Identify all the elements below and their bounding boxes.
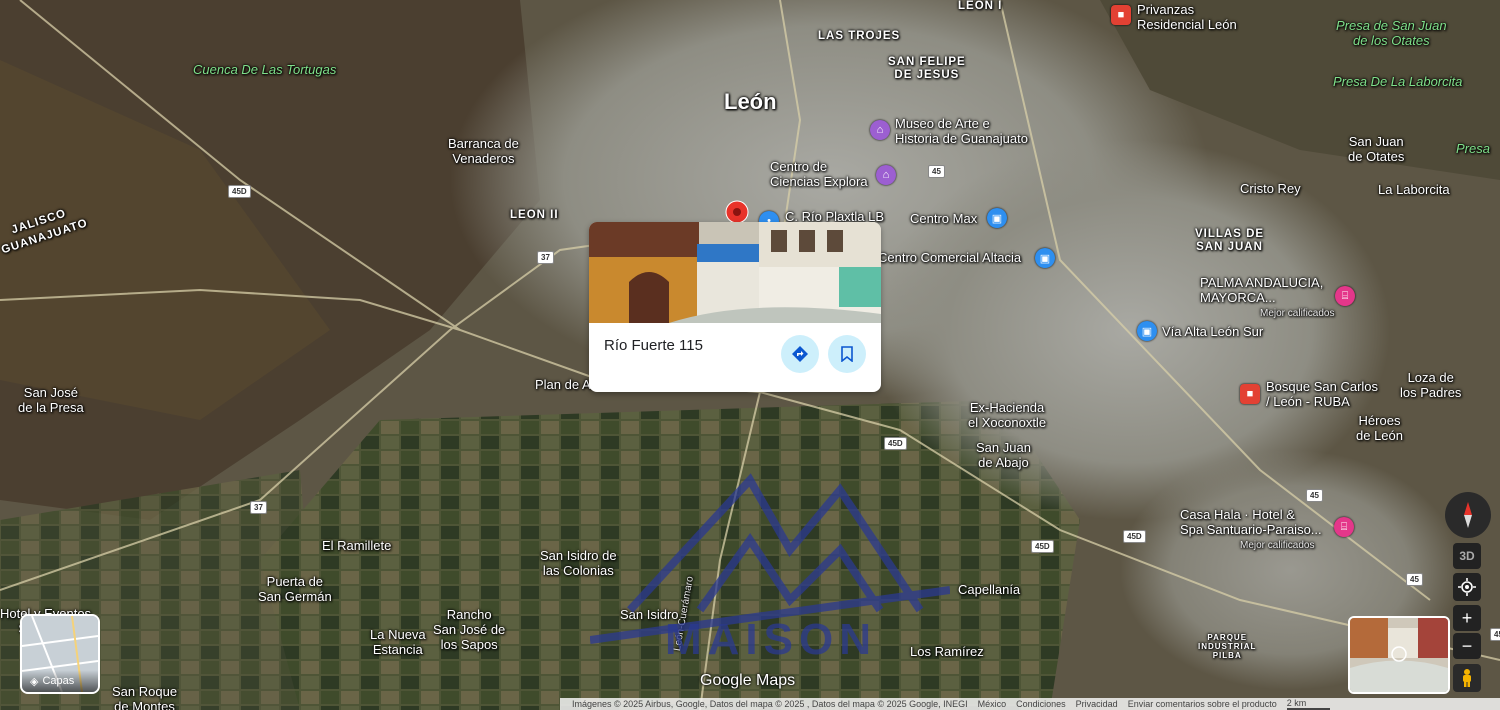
poi-label[interactable]: Vía Alta León Sur (1162, 324, 1263, 340)
poi-rating-label: Mejor calificados (1240, 540, 1315, 551)
place-label[interactable]: El Ramillete (322, 538, 391, 554)
route-shield: 45 (1490, 628, 1500, 641)
place-label[interactable]: San Roque de Montes (112, 684, 177, 710)
place-label[interactable]: San José de la Presa (18, 385, 84, 416)
route-shield: 45D (228, 185, 251, 198)
bookmark-icon (841, 346, 853, 362)
route-shield: 45 (1306, 489, 1323, 502)
route-shield: 45 (928, 165, 945, 178)
street-view-photo (1350, 618, 1448, 692)
place-label[interactable]: Puerta de San Germán (258, 574, 332, 605)
place-label[interactable]: Los Ramírez (910, 644, 984, 660)
residential-icon[interactable]: ■ (1240, 384, 1260, 404)
poi-rating-label: Mejor calificados (1260, 308, 1335, 319)
route-shield: 45D (1031, 540, 1054, 553)
poi-label[interactable]: Centro Max (910, 211, 977, 227)
place-label[interactable]: Presa de San Juan de los Otates (1336, 18, 1447, 49)
place-label[interactable]: Presa De La Laborcita (1333, 74, 1462, 90)
route-shield: 45D (1123, 530, 1146, 543)
shopping-icon[interactable]: ▣ (1137, 321, 1157, 341)
google-maps-logo: Google Maps (700, 672, 796, 689)
feedback-link[interactable]: Enviar comentarios sobre el producto (1128, 699, 1277, 709)
watermark-text: MAISON (665, 615, 877, 664)
scale-bar[interactable]: 2 km (1286, 698, 1331, 710)
poi-label[interactable]: Centro de Ciencias Explora (770, 159, 868, 190)
place-label[interactable]: Capellanía (958, 582, 1020, 598)
place-label[interactable]: Presa (1456, 141, 1490, 157)
place-label[interactable]: San Juan de Otates (1348, 134, 1404, 165)
poi-label[interactable]: Museo de Arte e Historia de Guanajuato (895, 116, 1028, 147)
place-label[interactable]: Plan de A (535, 377, 591, 393)
hotel-icon[interactable]: ⌸ (1335, 286, 1355, 306)
poi-label[interactable]: Casa Hala · Hotel & Spa Santuario-Parais… (1180, 507, 1322, 538)
route-shield: 45 (1406, 573, 1423, 586)
pegman-icon (1463, 669, 1471, 687)
zoom-out-button[interactable]: − (1453, 633, 1481, 659)
place-label[interactable]: La Laborcita (1378, 182, 1450, 198)
poi-label[interactable]: Privanzas Residencial León (1137, 2, 1237, 33)
3d-toggle-button[interactable]: 3D (1453, 543, 1481, 569)
place-label[interactable]: Cristo Rey (1240, 181, 1301, 197)
layers-button[interactable]: ◈ Capas (20, 614, 100, 694)
country-link[interactable]: México (978, 699, 1007, 709)
place-label[interactable]: San Isidro de las Colonias (540, 548, 617, 579)
compass-icon (1464, 502, 1472, 528)
place-label[interactable]: Héroes de León (1356, 413, 1403, 444)
place-label[interactable]: La Nueva Estancia (370, 627, 426, 658)
save-button[interactable] (828, 335, 866, 373)
directions-icon (792, 346, 808, 362)
poi-label[interactable]: PALMA ANDALUCIA, MAYORCA... (1200, 275, 1323, 306)
place-photo[interactable] (589, 222, 881, 323)
place-label[interactable]: Loza de los Padres (1400, 370, 1461, 401)
privacy-link[interactable]: Privacidad (1076, 699, 1118, 709)
city-label: León (724, 89, 777, 114)
layers-icon: ◈ (30, 675, 39, 688)
place-label[interactable]: Barranca de Venaderos (448, 136, 519, 167)
place-address: Río Fuerte 115 (604, 337, 703, 354)
compass-button[interactable] (1445, 492, 1491, 538)
layers-label: Capas (42, 675, 75, 687)
place-label[interactable]: Rancho San José de los Sapos (433, 607, 505, 653)
my-location-icon (1458, 578, 1476, 596)
route-shield: 37 (250, 501, 267, 514)
place-label[interactable]: LEON I (958, 0, 1002, 13)
place-label[interactable]: VILLAS DE SAN JUAN (1195, 228, 1264, 254)
museum-icon[interactable]: ⌂ (870, 120, 890, 140)
place-label[interactable]: PARQUE INDUSTRIAL PILBA (1198, 633, 1256, 661)
place-label[interactable]: LAS TROJES (818, 30, 900, 43)
terms-link[interactable]: Condiciones (1016, 699, 1066, 709)
place-label[interactable]: LEON II (510, 209, 559, 222)
residential-icon[interactable]: ■ (1111, 5, 1131, 25)
place-label[interactable]: San Juan de Abajo (976, 440, 1031, 471)
poi-label[interactable]: Bosque San Carlos / León - RUBA (1266, 379, 1378, 410)
directions-button[interactable] (781, 335, 819, 373)
my-location-button[interactable] (1453, 573, 1481, 601)
route-shield: 45D (884, 437, 907, 450)
shopping-icon[interactable]: ▣ (987, 208, 1007, 228)
place-card[interactable]: Río Fuerte 115 (589, 222, 881, 392)
hotel-icon[interactable]: ⌸ (1334, 517, 1354, 537)
place-label[interactable]: SAN FELIPE DE JESUS (888, 56, 966, 82)
pegman-button[interactable] (1453, 664, 1481, 692)
zoom-in-button[interactable]: + (1453, 605, 1481, 631)
museum-icon[interactable]: ⌂ (876, 165, 896, 185)
place-label[interactable]: Cuenca De Las Tortugas (193, 62, 336, 78)
poi-label[interactable]: Centro Comercial Altacia (878, 250, 1021, 266)
map-footer: Imágenes © 2025 Airbus, Google, Datos de… (560, 698, 1500, 710)
place-label[interactable]: Ex-Hacienda el Xoconoxtle (968, 400, 1046, 431)
street-view-thumbnail[interactable] (1348, 616, 1450, 694)
attribution-text: Imágenes © 2025 Airbus, Google, Datos de… (572, 699, 968, 709)
route-shield: 37 (537, 251, 554, 264)
shopping-icon[interactable]: ▣ (1035, 248, 1055, 268)
